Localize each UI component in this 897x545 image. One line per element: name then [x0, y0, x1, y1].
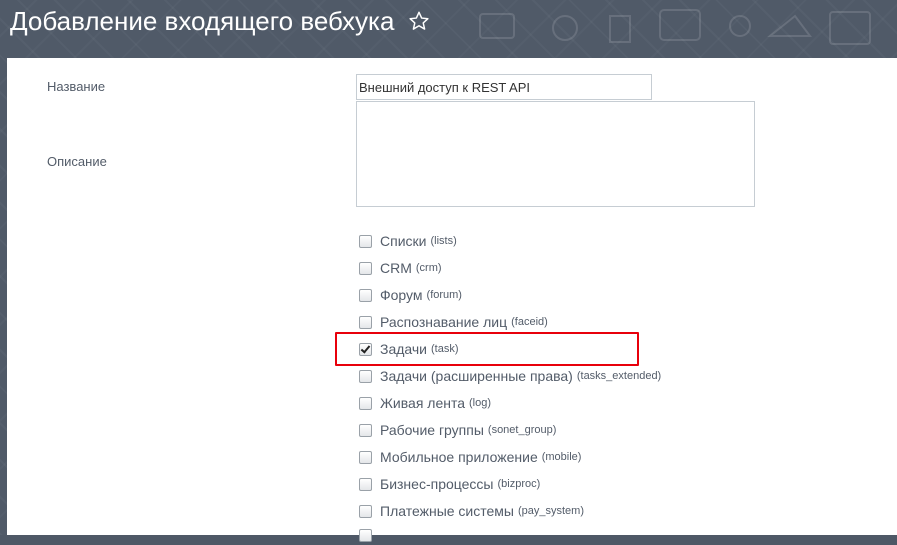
permission-code: (lists)	[430, 235, 457, 247]
permission-label: Живая лента	[380, 395, 466, 411]
permission-log[interactable]: Живая лента (log)	[359, 393, 491, 413]
checkbox[interactable]	[359, 423, 372, 437]
permission-forum[interactable]: Форум (forum)	[359, 285, 462, 305]
checkbox[interactable]	[359, 234, 372, 248]
permission-partial[interactable]	[359, 525, 380, 545]
permission-label: CRM	[380, 260, 412, 276]
permission-code: (faceid)	[511, 316, 548, 328]
checkbox[interactable]	[359, 504, 372, 518]
permission-label: Мобильное приложение	[380, 449, 538, 465]
permission-code: (crm)	[415, 262, 442, 274]
permission-faceid[interactable]: Распознавание лиц (faceid)	[359, 312, 548, 332]
description-textarea[interactable]	[356, 101, 755, 207]
checkbox[interactable]	[359, 528, 372, 542]
checkbox[interactable]	[359, 477, 372, 491]
highlight-box	[335, 332, 639, 366]
permission-label: Задачи (расширенные права)	[380, 368, 573, 384]
permission-code: (log)	[469, 397, 492, 409]
checkbox[interactable]	[359, 369, 372, 383]
checkbox[interactable]	[359, 450, 372, 464]
name-label: Название	[47, 79, 106, 94]
page-header: Добавление входящего вебхука	[0, 0, 897, 58]
permission-tasks-extended[interactable]: Задачи (расширенные права) (tasks_extend…	[359, 366, 661, 386]
checkbox[interactable]	[359, 288, 372, 302]
page-title: Добавление входящего вебхука	[10, 6, 395, 36]
permission-label: Форум	[380, 287, 423, 303]
permission-label: Бизнес-процессы	[380, 476, 494, 492]
permission-code: (forum)	[426, 289, 462, 301]
permission-code: (sonet_group)	[487, 424, 557, 436]
permission-label: Распознавание лиц	[380, 314, 508, 330]
permission-crm[interactable]: CRM (crm)	[359, 258, 442, 278]
permission-label: Платежные системы	[380, 503, 514, 519]
permission-pay-system[interactable]: Платежные системы (pay_system)	[359, 501, 584, 521]
description-label: Описание	[47, 154, 107, 169]
checkbox[interactable]	[359, 315, 372, 329]
star-icon[interactable]	[408, 10, 430, 32]
permission-code: (tasks_extended)	[576, 370, 662, 382]
permission-label: Списки	[380, 233, 427, 249]
permission-mobile[interactable]: Мобильное приложение (mobile)	[359, 447, 581, 467]
checkbox[interactable]	[359, 396, 372, 410]
permission-code: (bizproc)	[497, 478, 541, 490]
permission-lists[interactable]: Списки (lists)	[359, 231, 457, 251]
permission-code: (mobile)	[541, 451, 582, 463]
permission-code: (pay_system)	[517, 505, 585, 517]
checkbox[interactable]	[359, 261, 372, 275]
permission-label: Рабочие группы	[380, 422, 484, 438]
form-panel: Название Описание Списки (lists) CRM (cr…	[7, 58, 897, 542]
name-input[interactable]	[356, 74, 652, 100]
permission-bizproc[interactable]: Бизнес-процессы (bizproc)	[359, 474, 540, 494]
permission-sonet-group[interactable]: Рабочие группы (sonet_group)	[359, 420, 556, 440]
